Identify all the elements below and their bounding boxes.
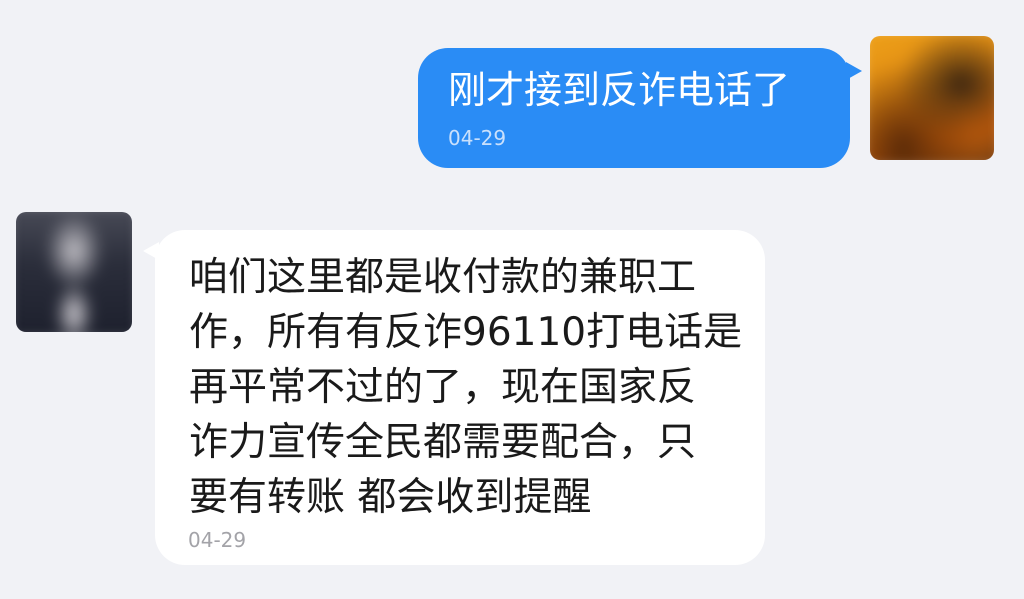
outgoing-message-text: 刚才接到反诈电话了 [448, 68, 791, 112]
incoming-message-line: 诈力宣传全民都需要配合，只 [189, 420, 697, 465]
outgoing-message-bubble[interactable]: 刚才接到反诈电话了 04-29 [418, 48, 862, 168]
incoming-message-time: 04-29 [188, 528, 247, 552]
outgoing-message-time: 04-29 [448, 126, 507, 150]
contact-avatar-image [16, 212, 132, 332]
my-avatar[interactable] [870, 36, 994, 160]
incoming-message-line: 咱们这里都是收付款的兼职工 [189, 255, 697, 300]
incoming-message-line: 作，所有有反诈96110打电话是 [189, 310, 743, 355]
chat-area[interactable]: 刚才接到反诈电话了 04-29 咱们这里都是收付款的兼职工 作，所有有反诈961… [0, 0, 1024, 599]
incoming-bubble-tail [143, 242, 159, 260]
incoming-message-bubble[interactable]: 咱们这里都是收付款的兼职工 作，所有有反诈96110打电话是 再平常不过的了，现… [143, 230, 765, 565]
incoming-message-text: 咱们这里都是收付款的兼职工 作，所有有反诈96110打电话是 再平常不过的了，现… [189, 250, 749, 525]
incoming-message-line: 再平常不过的了，现在国家反 [189, 365, 697, 410]
outgoing-bubble-tail [846, 62, 862, 80]
contact-avatar[interactable] [16, 212, 132, 332]
incoming-message-line: 要有转账 都会收到提醒 [189, 475, 592, 520]
my-avatar-image [870, 36, 994, 160]
